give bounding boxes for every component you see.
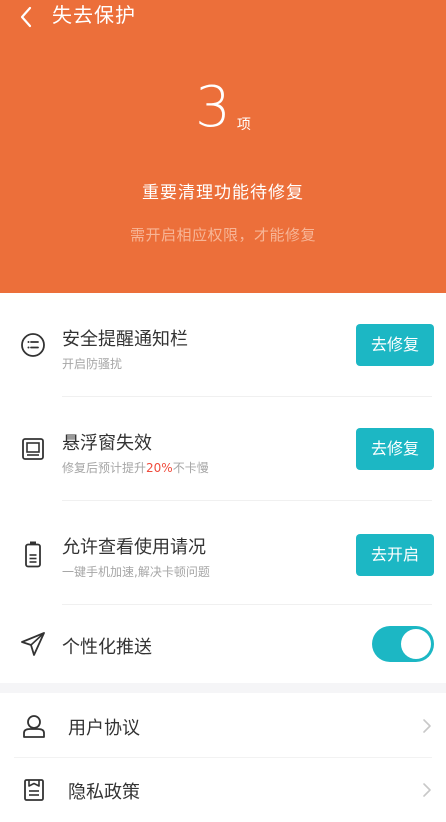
fix-item-desc: 修复后预计提升20%不卡慢	[62, 459, 209, 476]
issue-count: 3项	[0, 78, 446, 138]
fix-item-title: 悬浮窗失效	[62, 433, 152, 454]
section-gap	[0, 683, 446, 693]
fix-item-desc: 开启防骚扰	[62, 357, 123, 371]
battery-icon	[18, 539, 48, 569]
fix-notification-button[interactable]: 去修复	[356, 324, 434, 366]
desc-prefix: 修复后预计提升	[62, 461, 147, 475]
privacy-policy-link[interactable]: 隐私政策	[0, 758, 446, 822]
send-icon	[18, 629, 48, 659]
user-agreement-link[interactable]: 用户协议	[0, 694, 446, 758]
fix-item-title: 允许查看使用请况	[62, 537, 206, 558]
chevron-right-icon	[423, 783, 431, 797]
toggle-knob	[401, 629, 431, 659]
chevron-left-icon	[20, 6, 32, 28]
fix-item-notification: 安全提醒通知栏 开启防骚扰 去修复	[0, 293, 446, 397]
back-button[interactable]	[10, 2, 42, 32]
fix-item-desc: 一键手机加速,解决卡顿问题	[62, 565, 210, 579]
status-subtitle: 重要清理功能待修复	[142, 183, 304, 203]
page-title: 失去保护	[52, 3, 136, 27]
push-label: 个性化推送	[62, 637, 152, 658]
fix-item-floating-window: 悬浮窗失效 修复后预计提升20%不卡慢 去修复	[0, 397, 446, 501]
fix-floating-window-button[interactable]: 去修复	[356, 428, 434, 470]
notification-bar-icon	[18, 330, 48, 360]
personalized-push-toggle[interactable]	[372, 626, 434, 662]
protection-status-header: 失去保护 3项 重要清理功能待修复 需开启相应权限，才能修复	[0, 0, 446, 293]
desc-highlight: 20%	[146, 461, 173, 475]
fix-item-title: 安全提醒通知栏	[62, 329, 188, 350]
privacy-policy-icon	[20, 776, 48, 804]
user-agreement-icon	[20, 712, 48, 740]
enable-usage-access-button[interactable]: 去开启	[356, 534, 434, 576]
chevron-right-icon	[423, 719, 431, 733]
link-label: 隐私政策	[68, 782, 140, 803]
status-hint: 需开启相应权限，才能修复	[129, 226, 316, 244]
issue-count-number: 3	[195, 75, 231, 140]
issue-count-unit: 项	[236, 117, 251, 133]
fix-item-usage-access: 允许查看使用请况 一键手机加速,解决卡顿问题 去开启	[0, 501, 446, 605]
desc-suffix: 不卡慢	[172, 461, 209, 475]
link-label: 用户协议	[68, 718, 140, 739]
app-screen: 失去保护 3项 重要清理功能待修复 需开启相应权限，才能修复 安全提醒通知栏 开…	[0, 0, 446, 822]
floating-window-icon	[18, 434, 48, 464]
